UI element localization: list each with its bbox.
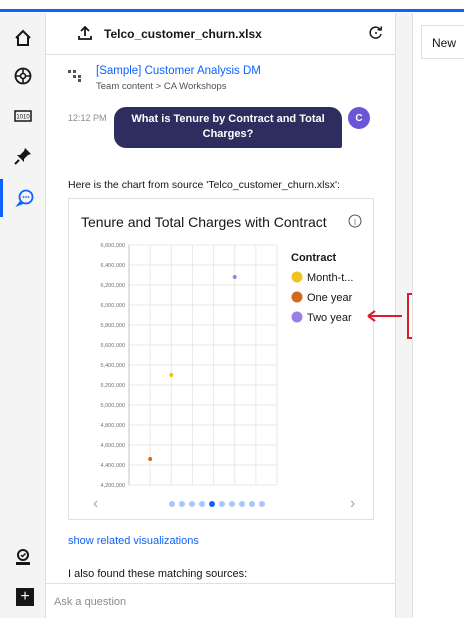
carousel-dot[interactable] (229, 501, 235, 507)
chart-card: Tenure and Total Charges with Contract i… (68, 198, 374, 520)
carousel-dot[interactable] (219, 501, 225, 507)
panel-header: Telco_customer_churn.xlsx (46, 13, 396, 55)
data-button[interactable]: 1010 (0, 97, 46, 135)
matching-sources-text: I also found these matching sources: (68, 568, 248, 580)
source-link[interactable]: [Sample] Customer Analysis DM (96, 65, 261, 77)
legend-swatch (291, 271, 303, 283)
y-tick-label: 4,800,000 (101, 423, 125, 429)
file-title: Telco_customer_churn.xlsx (104, 27, 262, 41)
carousel-dot[interactable] (179, 501, 185, 507)
right-workspace: New (412, 13, 464, 618)
carousel-dot[interactable] (259, 501, 265, 507)
data-icon: 1010 (14, 110, 32, 122)
user-message-bubble: What is Tenure by Contract and Total Cha… (114, 107, 342, 148)
source-path: Team content > CA Workshops (96, 81, 227, 92)
chart-title: Tenure and Total Charges with Contract (81, 214, 327, 230)
new-tab[interactable]: New (421, 25, 464, 59)
carousel-dots (169, 501, 265, 507)
upload-icon[interactable] (76, 24, 94, 42)
home-icon (15, 29, 31, 46)
chat-area: [Sample] Customer Analysis DM Team conte… (46, 55, 396, 583)
y-tick-label: 4,400,000 (101, 463, 125, 469)
carousel-prev-button[interactable]: ‹ (93, 495, 98, 513)
assistant-reply-text: Here is the chart from source 'Telco_cus… (68, 179, 340, 191)
carousel-dot[interactable] (189, 501, 195, 507)
legend-title: Contract (291, 252, 337, 264)
y-tick-label: 4,600,000 (101, 443, 125, 449)
legend-swatch (291, 311, 303, 323)
top-bar (0, 0, 464, 13)
reset-icon[interactable] (368, 25, 384, 41)
y-tick-label: 6,600,000 (101, 243, 125, 249)
svg-text:i: i (354, 218, 357, 227)
data-module-icon (68, 70, 81, 82)
assistant-panel: Telco_customer_churn.xlsx [Sample] Custo… (46, 13, 396, 618)
y-tick-label: 4,200,000 (101, 483, 125, 489)
chat-icon (14, 189, 33, 208)
carousel-dot[interactable] (209, 501, 215, 507)
carousel-dot[interactable] (249, 501, 255, 507)
avatar: C (348, 107, 370, 129)
y-tick-label: 5,200,000 (101, 383, 125, 389)
pin-button[interactable] (0, 137, 46, 175)
y-tick-label: 5,400,000 (101, 363, 125, 369)
carousel-dot[interactable] (239, 501, 245, 507)
message-time: 12:12 PM (68, 113, 107, 123)
legend-label[interactable]: Two year (307, 312, 352, 324)
scatter-chart[interactable]: 6,600,000 6,400,000 6,200,000 6,000,000 5,80… (69, 235, 375, 497)
add-icon[interactable]: + (16, 588, 34, 606)
carousel-dot[interactable] (169, 501, 175, 507)
y-tick-label: 5,000,000 (101, 403, 125, 409)
chat-button[interactable] (0, 179, 46, 217)
data-point[interactable] (148, 457, 153, 461)
legend-label[interactable]: One year (307, 292, 353, 304)
carousel-dot[interactable] (199, 501, 205, 507)
ask-question-input[interactable] (54, 592, 374, 612)
y-tick-label: 5,800,000 (101, 323, 125, 329)
svg-text:1010: 1010 (16, 115, 30, 121)
related-visualizations-link[interactable]: show related visualizations (68, 535, 199, 547)
y-tick-label: 6,000,000 (101, 303, 125, 309)
info-icon[interactable]: i (348, 214, 362, 228)
data-point[interactable] (169, 373, 174, 377)
user-icon (16, 549, 30, 565)
left-rail: 1010 (0, 13, 46, 618)
legend-swatch (291, 291, 303, 303)
question-bar (46, 583, 396, 618)
top-accent-line (0, 9, 464, 12)
legend-label[interactable]: Month-t... (307, 272, 353, 284)
y-tick-label: 5,600,000 (101, 343, 125, 349)
carousel-next-button[interactable]: › (350, 495, 355, 513)
explore-button[interactable] (0, 57, 46, 95)
y-tick-label: 6,200,000 (101, 283, 125, 289)
explore-icon (14, 67, 32, 85)
home-button[interactable] (0, 19, 46, 57)
y-tick-label: 6,400,000 (101, 263, 125, 269)
data-point[interactable] (232, 275, 237, 279)
profile-button[interactable] (0, 539, 46, 577)
pin-icon (14, 148, 31, 165)
